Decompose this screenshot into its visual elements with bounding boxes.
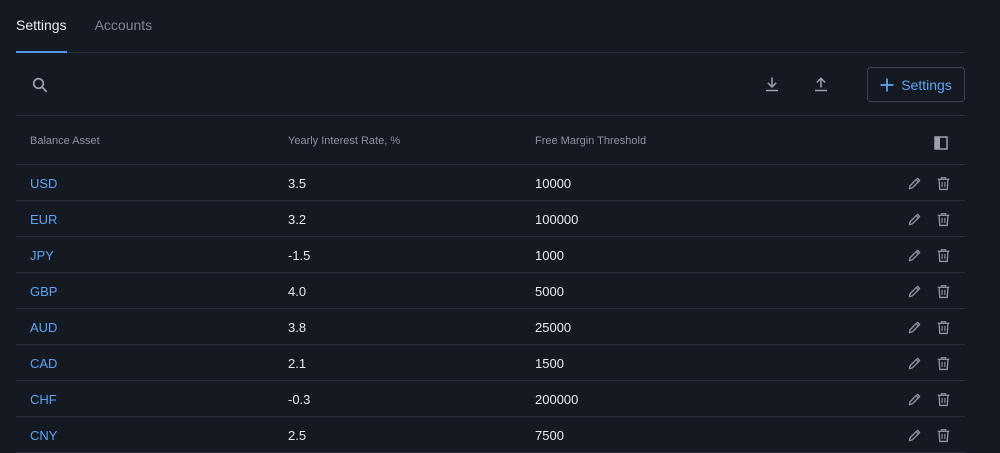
- edit-button[interactable]: [906, 175, 922, 191]
- table-row: CHF -0.3 200000: [16, 381, 965, 417]
- trash-icon: [937, 320, 949, 334]
- delete-button[interactable]: [935, 355, 951, 371]
- row-actions: [906, 175, 951, 191]
- search-icon: [32, 77, 48, 93]
- upload-button[interactable]: [810, 73, 832, 95]
- trash-icon: [937, 284, 949, 298]
- asset-link[interactable]: JPY: [30, 237, 54, 273]
- asset-link[interactable]: EUR: [30, 201, 57, 237]
- column-settings-button[interactable]: [934, 136, 950, 152]
- asset-link[interactable]: CHF: [30, 381, 57, 417]
- table-row: CAD 2.1 1500: [16, 345, 965, 381]
- pencil-icon: [908, 393, 920, 405]
- table-row: AUD 3.8 25000: [16, 309, 965, 345]
- asset-link[interactable]: CAD: [30, 345, 57, 381]
- row-actions: [906, 355, 951, 371]
- pencil-icon: [908, 213, 920, 225]
- table-body: USD 3.5 10000 EUR 3.2 100000 JPY -1.5 10…: [16, 165, 965, 453]
- margin-threshold-cell: 1000: [535, 247, 564, 263]
- margin-threshold-cell: 10000: [535, 175, 572, 191]
- tab-bar: Settings Accounts: [16, 0, 965, 53]
- interest-rate-cell: 3.2: [288, 211, 307, 227]
- download-button[interactable]: [761, 73, 783, 95]
- search-button[interactable]: [30, 75, 50, 95]
- edit-button[interactable]: [906, 391, 922, 407]
- margin-threshold-cell: 25000: [535, 319, 572, 335]
- margin-threshold-cell: 100000: [535, 211, 579, 227]
- plus-icon: [880, 78, 894, 91]
- trash-icon: [937, 248, 949, 262]
- row-actions: [906, 391, 951, 407]
- delete-button[interactable]: [935, 391, 951, 407]
- table-row: EUR 3.2 100000: [16, 201, 965, 237]
- delete-button[interactable]: [935, 427, 951, 443]
- pencil-icon: [908, 357, 920, 369]
- download-icon: [766, 77, 778, 92]
- asset-link[interactable]: CNY: [30, 417, 57, 453]
- row-actions: [906, 247, 951, 263]
- edit-button[interactable]: [906, 427, 922, 443]
- margin-threshold-cell: 200000: [535, 391, 579, 407]
- interest-rate-cell: 3.8: [288, 319, 307, 335]
- table-row: USD 3.5 10000: [16, 165, 965, 201]
- row-actions: [906, 319, 951, 335]
- upload-icon: [815, 77, 827, 92]
- interest-rate-cell: 3.5: [288, 175, 307, 191]
- edit-button[interactable]: [906, 319, 922, 335]
- interest-rate-cell: -1.5: [288, 247, 311, 263]
- row-actions: [906, 283, 951, 299]
- delete-button[interactable]: [935, 247, 951, 263]
- delete-button[interactable]: [935, 283, 951, 299]
- column-header-asset[interactable]: Balance Asset: [30, 116, 100, 165]
- asset-link[interactable]: GBP: [30, 273, 57, 309]
- table-row: JPY -1.5 1000: [16, 237, 965, 273]
- edit-button[interactable]: [906, 247, 922, 263]
- edit-button[interactable]: [906, 283, 922, 299]
- delete-button[interactable]: [935, 319, 951, 335]
- interest-rate-cell: -0.3: [288, 391, 311, 407]
- trash-icon: [937, 356, 949, 370]
- asset-link[interactable]: USD: [30, 165, 57, 201]
- interest-rate-cell: 2.5: [288, 427, 307, 443]
- edit-button[interactable]: [906, 355, 922, 371]
- add-settings-button[interactable]: Settings: [867, 67, 965, 102]
- trash-icon: [937, 176, 949, 190]
- toolbar: Settings: [16, 53, 965, 116]
- columns-icon: [934, 136, 948, 150]
- row-actions: [906, 427, 951, 443]
- delete-button[interactable]: [935, 175, 951, 191]
- table-row: CNY 2.5 7500: [16, 417, 965, 453]
- trash-icon: [937, 392, 949, 406]
- delete-button[interactable]: [935, 211, 951, 227]
- edit-button[interactable]: [906, 211, 922, 227]
- interest-rate-cell: 4.0: [288, 283, 307, 299]
- interest-rate-cell: 2.1: [288, 355, 307, 371]
- pencil-icon: [908, 285, 920, 297]
- add-settings-label: Settings: [901, 76, 952, 93]
- trash-icon: [937, 428, 949, 442]
- table-row: GBP 4.0 5000: [16, 273, 965, 309]
- pencil-icon: [908, 429, 920, 441]
- margin-threshold-cell: 7500: [535, 427, 564, 443]
- margin-threshold-cell: 5000: [535, 283, 564, 299]
- pencil-icon: [908, 321, 920, 333]
- asset-link[interactable]: AUD: [30, 309, 57, 345]
- pencil-icon: [908, 177, 920, 189]
- trash-icon: [937, 212, 949, 226]
- column-header-threshold[interactable]: Free Margin Threshold: [535, 116, 646, 165]
- margin-threshold-cell: 1500: [535, 355, 564, 371]
- tab-accounts[interactable]: Accounts: [95, 0, 153, 52]
- settings-table: Balance Asset Yearly Interest Rate, % Fr…: [16, 116, 965, 453]
- table-header: Balance Asset Yearly Interest Rate, % Fr…: [16, 116, 965, 165]
- pencil-icon: [908, 249, 920, 261]
- row-actions: [906, 211, 951, 227]
- tab-settings[interactable]: Settings: [16, 0, 67, 53]
- column-header-rate[interactable]: Yearly Interest Rate, %: [288, 116, 400, 165]
